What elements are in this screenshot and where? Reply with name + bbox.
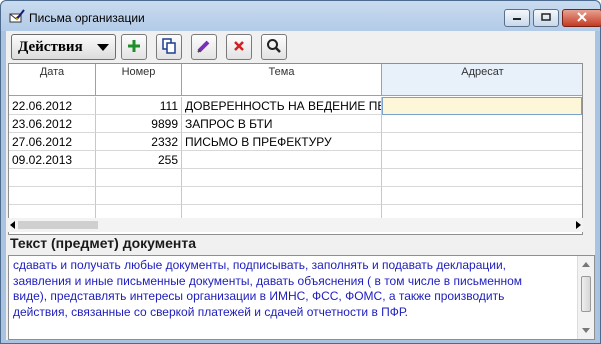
x-icon <box>232 39 246 56</box>
cell-empty <box>182 187 382 205</box>
cell-number: 9899 <box>96 115 182 133</box>
chevron-down-icon <box>97 44 109 51</box>
cell-addressee <box>382 115 582 133</box>
document-text-content: сдавать и получать любые документы, подп… <box>13 258 573 320</box>
cell-subject <box>182 151 382 169</box>
document-text-line: виде), представлять интересы организации… <box>13 289 505 303</box>
copy-button[interactable] <box>156 34 182 60</box>
letters-window: Письма организации Действия Дата Номер Т… <box>0 0 601 344</box>
close-button[interactable] <box>562 9 601 27</box>
edit-button[interactable] <box>191 34 217 60</box>
scrollbar-thumb[interactable] <box>581 276 591 312</box>
table-row[interactable]: 23.06.2012 9899 ЗАПРОС В БТИ <box>9 115 582 133</box>
cell-empty <box>9 169 96 187</box>
cell-empty <box>96 169 182 187</box>
scrollbar-thumb[interactable] <box>18 221 98 229</box>
column-header-number[interactable]: Номер <box>96 64 182 96</box>
cell-date: 22.06.2012 <box>9 97 96 115</box>
close-icon <box>576 11 588 25</box>
document-text-line: действия, связанные со сверкой платежей … <box>13 304 408 319</box>
cell-addressee <box>382 151 582 169</box>
table-row[interactable]: 27.06.2012 2332 ПИСЬМО В ПРЕФЕКТУРУ <box>9 133 582 151</box>
toolbar: Действия <box>6 31 595 63</box>
plus-icon <box>126 38 142 57</box>
table-header: Дата Номер Тема Адресат <box>9 64 582 96</box>
cell-empty <box>96 187 182 205</box>
cell-addressee-selected[interactable] <box>382 97 582 115</box>
table-vertical-scrollbar[interactable] <box>583 63 595 261</box>
scroll-down-icon[interactable] <box>582 328 590 333</box>
column-header-addressee[interactable]: Адресат <box>382 64 582 96</box>
cell-empty <box>9 187 96 205</box>
letters-table[interactable]: Дата Номер Тема Адресат 22.06.2012 111 Д… <box>8 63 583 235</box>
add-button[interactable] <box>121 34 147 60</box>
title-bar[interactable]: Письма организации <box>1 1 601 31</box>
cell-number: 255 <box>96 151 182 169</box>
cell-subject: ЗАПРОС В БТИ <box>182 115 382 133</box>
minimize-button[interactable] <box>504 9 530 27</box>
document-text-line: заявления и иные письменные документы, д… <box>13 273 523 288</box>
cell-subject: ПИСЬМО В ПРЕФЕКТУРУ <box>182 133 382 151</box>
cell-number: 2332 <box>96 133 182 151</box>
table-horizontal-scrollbar[interactable] <box>8 218 583 232</box>
actions-label: Действия <box>18 38 83 55</box>
maximize-icon <box>541 12 551 24</box>
cell-addressee <box>382 133 582 151</box>
copy-icon <box>161 37 177 57</box>
text-vertical-scrollbar[interactable] <box>577 256 594 339</box>
table-row-empty <box>9 169 582 187</box>
cell-number: 111 <box>96 97 182 115</box>
column-header-date[interactable]: Дата <box>9 64 96 96</box>
pencil-icon <box>196 38 212 57</box>
cell-date: 09.02.2013 <box>9 151 96 169</box>
table-row[interactable]: 09.02.2013 255 <box>9 151 582 169</box>
cell-date: 27.06.2012 <box>9 133 96 151</box>
cell-empty <box>382 169 582 187</box>
scroll-left-icon[interactable] <box>10 221 15 229</box>
scroll-right-icon[interactable] <box>576 221 581 229</box>
search-button[interactable] <box>261 34 287 60</box>
column-header-subject[interactable]: Тема <box>182 64 382 96</box>
cell-subject: ДОВЕРЕННОСТЬ НА ВЕДЕНИЕ ПЕРЕГ <box>182 97 382 115</box>
document-text-line: сдавать и получать любые документы, подп… <box>13 258 507 272</box>
table-row[interactable]: 22.06.2012 111 ДОВЕРЕННОСТЬ НА ВЕДЕНИЕ П… <box>9 97 582 115</box>
cell-empty <box>382 187 582 205</box>
scroll-up-icon[interactable] <box>582 262 590 267</box>
table-row-empty <box>9 187 582 205</box>
minimize-icon <box>512 12 522 24</box>
window-client-area: Действия Дата Номер Тема Адресат 22.06.2… <box>6 31 595 340</box>
cell-date: 23.06.2012 <box>9 115 96 133</box>
window-title: Письма организации <box>29 11 145 25</box>
actions-dropdown-button[interactable]: Действия <box>11 34 116 60</box>
document-text-label: Текст (предмет) документа <box>10 235 196 251</box>
cell-empty <box>182 169 382 187</box>
document-text-area[interactable]: сдавать и получать любые документы, подп… <box>8 255 595 340</box>
magnifier-icon <box>266 38 282 57</box>
envelope-pen-icon <box>9 9 25 25</box>
delete-button[interactable] <box>226 34 252 60</box>
maximize-button[interactable] <box>533 9 559 27</box>
